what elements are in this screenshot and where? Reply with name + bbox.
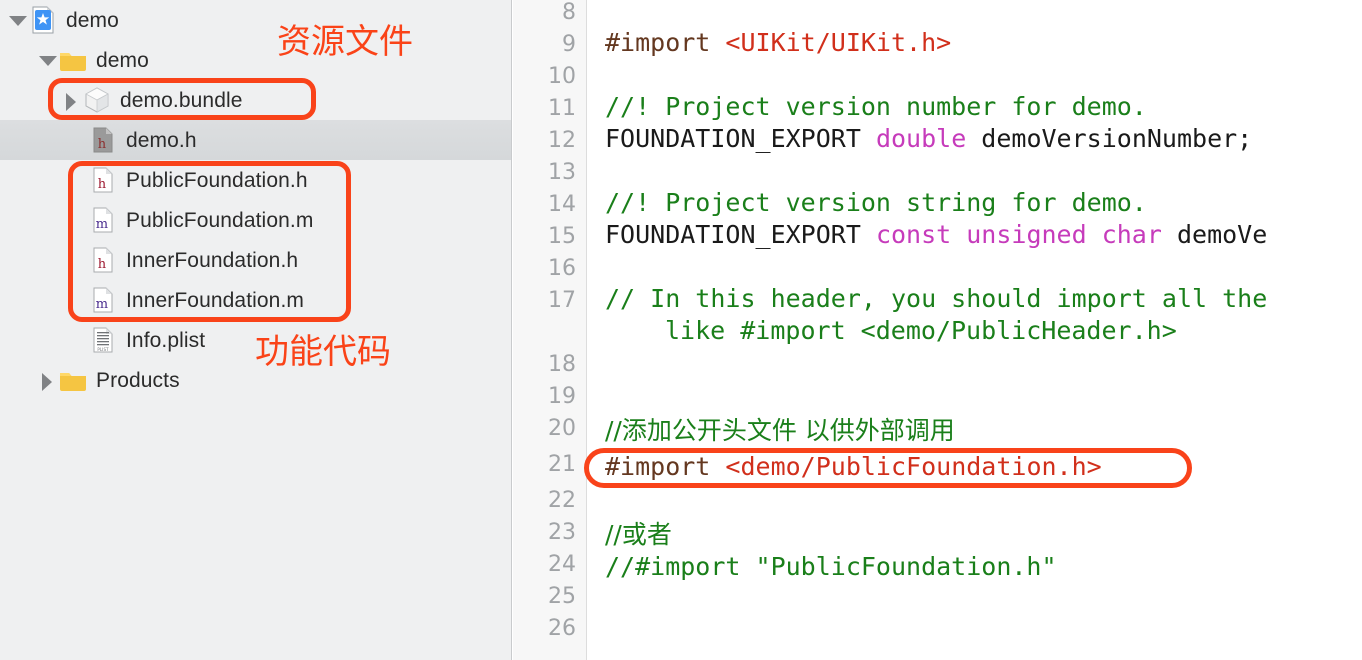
header-file-icon: h (88, 165, 118, 195)
code-line-15: FOUNDATION_EXPORT const unsigned char de… (605, 222, 1267, 247)
tree-item-demo-project[interactable]: demo (0, 0, 511, 40)
bundle-icon (82, 85, 112, 115)
tree-item-label: InnerFoundation.m (126, 288, 304, 312)
xcode-project-icon (28, 5, 58, 35)
code-line-9: #import <UIKit/UIKit.h> (605, 30, 951, 55)
code-editor[interactable]: 8 9 10 11 12 13 14 15 16 17 18 19 20 21 … (513, 0, 1362, 660)
line-number: 17 (548, 288, 576, 313)
folder-icon (58, 365, 88, 395)
code-line-11: //! Project version number for demo. (605, 92, 1147, 121)
code-token-plain: FOUNDATION_EXPORT (605, 220, 876, 249)
line-number: 21 (548, 452, 576, 477)
folder-icon (58, 45, 88, 75)
line-number: 10 (548, 64, 576, 89)
code-line-21: #import <demo/PublicFoundation.h> (605, 454, 1102, 479)
line-number: 15 (548, 224, 576, 249)
tree-item-demo-folder[interactable]: demo (0, 40, 511, 80)
source-file-icon: m (88, 285, 118, 315)
code-line-12: FOUNDATION_EXPORT double demoVersionNumb… (605, 126, 1252, 151)
line-number: 20 (548, 416, 576, 441)
line-number: 19 (548, 384, 576, 409)
code-token-keyword: const unsigned char (875, 220, 1162, 249)
svg-text:h: h (98, 137, 107, 152)
annotation-resource-files: 资源文件 (277, 22, 413, 62)
tree-item-label: PublicFoundation.m (126, 208, 314, 232)
project-navigator[interactable]: demo demo demo.bundle h demo.h h PublicF… (0, 0, 512, 660)
line-number: 24 (548, 552, 576, 577)
code-line-17: // In this header, you should import all… (605, 284, 1268, 313)
line-number: 13 (548, 160, 576, 185)
line-number: 11 (548, 96, 576, 121)
tree-item-demo-bundle[interactable]: demo.bundle (0, 80, 511, 120)
line-number: 9 (562, 32, 576, 57)
header-file-icon: h (88, 125, 118, 155)
code-line-20: //添加公开头文件 以供外部调用 (605, 416, 955, 445)
svg-text:h: h (98, 257, 107, 272)
tree-item-label: demo.h (126, 128, 197, 152)
header-file-icon: h (88, 245, 118, 275)
code-token-plain: FOUNDATION_EXPORT (605, 124, 876, 153)
tree-item-innerfoundation-h[interactable]: h InnerFoundation.h (0, 240, 511, 280)
disclosure-triangle-icon[interactable] (60, 89, 82, 111)
code-line-24: //#import "PublicFoundation.h" (605, 552, 1057, 581)
tree-item-label: Products (96, 368, 180, 392)
tree-item-label: demo (66, 8, 119, 32)
code-line-14: //! Project version string for demo. (605, 188, 1147, 217)
svg-text:PLIST: PLIST (97, 347, 109, 352)
code-token-preprocessor: #import (605, 452, 726, 481)
annotation-feature-code: 功能代码 (255, 332, 391, 372)
line-number: 8 (562, 0, 576, 25)
tree-item-label: demo.bundle (120, 88, 243, 112)
disclosure-triangle-icon[interactable] (36, 369, 58, 391)
code-token-preprocessor: #import (605, 28, 726, 57)
svg-text:m: m (96, 297, 108, 312)
tree-item-demo-h[interactable]: h demo.h (0, 120, 511, 160)
source-code[interactable]: #import <UIKit/UIKit.h> //! Project vers… (588, 0, 1362, 660)
tree-item-label: InnerFoundation.h (126, 248, 299, 272)
code-line-17-wrap: like #import <demo/PublicHeader.h> (665, 316, 1177, 345)
code-line-23: //或者 (605, 520, 672, 549)
tree-item-publicfoundation-m[interactable]: m PublicFoundation.m (0, 200, 511, 240)
line-number: 25 (548, 584, 576, 609)
svg-text:h: h (98, 177, 107, 192)
disclosure-triangle-icon[interactable] (36, 49, 58, 71)
tree-item-publicfoundation-h[interactable]: h PublicFoundation.h (0, 160, 511, 200)
code-token-string: <demo/PublicFoundation.h> (725, 452, 1102, 481)
tree-item-innerfoundation-m[interactable]: m InnerFoundation.m (0, 280, 511, 320)
plist-file-icon: PLIST (88, 325, 118, 355)
code-token-keyword: double (875, 124, 967, 153)
line-number: 16 (548, 256, 576, 281)
line-number: 18 (548, 352, 576, 377)
svg-text:m: m (96, 217, 108, 232)
line-number: 22 (548, 488, 576, 513)
tree-item-label: PublicFoundation.h (126, 168, 308, 192)
code-token-string: <UIKit/UIKit.h> (725, 28, 952, 57)
code-token-plain: demoVersionNumber; (966, 124, 1253, 153)
disclosure-triangle-icon[interactable] (6, 9, 28, 31)
line-number: 14 (548, 192, 576, 217)
line-number: 26 (548, 616, 576, 641)
code-token-plain: demoVe (1161, 220, 1268, 249)
line-number: 23 (548, 520, 576, 545)
line-number: 12 (548, 128, 576, 153)
line-number-gutter: 8 9 10 11 12 13 14 15 16 17 18 19 20 21 … (513, 0, 587, 660)
tree-item-label: demo (96, 48, 149, 72)
tree-item-label: Info.plist (126, 328, 206, 352)
source-file-icon: m (88, 205, 118, 235)
